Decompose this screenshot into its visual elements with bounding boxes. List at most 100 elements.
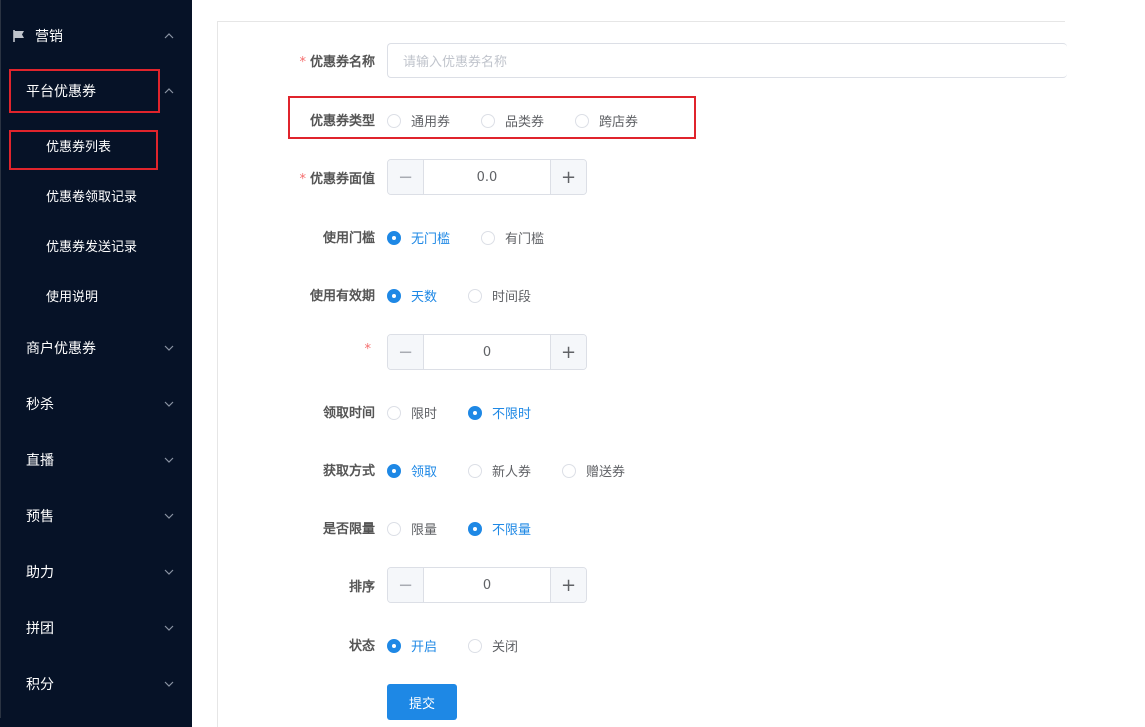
menu-label: 营销: [35, 29, 63, 45]
radio-enabled[interactable]: 开启: [387, 636, 437, 655]
menu-label: 预售: [26, 509, 54, 525]
acquire-method-label: 获取方式: [322, 464, 375, 479]
sidebar-item-label: 优惠卷领取记录: [46, 189, 138, 205]
radio-circle: [468, 463, 483, 478]
radio-days[interactable]: 天数: [387, 286, 437, 305]
coupon-value-label: * 优惠券面值: [299, 172, 375, 187]
decrement-button[interactable]: −: [388, 160, 424, 194]
chevron-down-icon: [163, 398, 175, 410]
claim-time-label: 领取时间: [322, 406, 375, 421]
menu-flash-sale[interactable]: 秒杀: [0, 384, 192, 424]
menu-label: 助力: [26, 565, 54, 581]
radio-circle: [387, 521, 401, 536]
status-group: 开启 关闭: [387, 636, 518, 655]
validity-label: 使用有效期: [309, 289, 375, 304]
coupon-value-stepper[interactable]: − 0.0 +: [387, 159, 587, 195]
decrement-button[interactable]: −: [388, 568, 424, 602]
menu-assist[interactable]: 助力: [0, 552, 192, 592]
submit-button[interactable]: 提交: [387, 684, 457, 720]
radio-circle-checked: [387, 638, 401, 653]
radio-circle-checked: [387, 288, 401, 303]
radio-no-threshold[interactable]: 无门槛: [387, 228, 450, 247]
menu-marketing[interactable]: 营销: [0, 16, 192, 56]
threshold-group: 无门槛 有门槛: [387, 228, 544, 247]
sidebar-item-send-records[interactable]: 优惠券发送记录: [0, 225, 192, 265]
threshold-label: 使用门槛: [322, 231, 375, 246]
coupon-name-label: * 优惠券名称: [299, 55, 375, 70]
chevron-down-icon: [163, 566, 175, 578]
sidebar-item-instructions[interactable]: 使用说明: [0, 275, 192, 315]
chevron-down-icon: [163, 510, 175, 522]
radio-has-threshold[interactable]: 有门槛: [481, 228, 544, 247]
sidebar-item-label: 优惠券列表: [46, 139, 112, 155]
radio-circle: [468, 288, 483, 303]
radio-circle: [387, 405, 401, 420]
days-stepper[interactable]: − 0 +: [387, 334, 587, 370]
stepper-value[interactable]: 0: [424, 335, 550, 369]
radio-cross-store[interactable]: 跨店券: [575, 111, 638, 130]
sort-label: 排序: [348, 580, 375, 595]
radio-circle: [468, 638, 483, 653]
radio-claim[interactable]: 领取: [387, 461, 437, 480]
chevron-down-icon: [163, 622, 175, 634]
radio-circle: [575, 113, 590, 128]
radio-circle: [387, 113, 401, 128]
menu-points[interactable]: 积分: [0, 664, 192, 704]
radio-general[interactable]: 通用券: [387, 111, 450, 130]
menu-merchant-coupon[interactable]: 商户优惠券: [0, 328, 192, 368]
claim-time-group: 限时 不限时: [387, 403, 531, 422]
stepper-value[interactable]: 0.0: [424, 160, 550, 194]
radio-circle-checked: [387, 230, 401, 245]
coupon-type-label: 优惠券类型: [309, 114, 375, 129]
menu-label: 商户优惠券: [26, 341, 96, 357]
menu-group-buy[interactable]: 拼团: [0, 608, 192, 648]
menu-label: 积分: [26, 677, 54, 693]
stepper-value[interactable]: 0: [424, 568, 550, 602]
menu-label: 拼团: [26, 621, 54, 637]
increment-button[interactable]: +: [550, 160, 586, 194]
menu-presale[interactable]: 预售: [0, 496, 192, 536]
sort-stepper[interactable]: − 0 +: [387, 567, 587, 603]
coupon-name-input[interactable]: 请输入优惠券名称: [387, 43, 1067, 78]
quantity-limit-label: 是否限量: [322, 522, 375, 537]
radio-gift[interactable]: 赠送券: [562, 461, 625, 480]
radio-circle: [562, 463, 577, 478]
sidebar-item-label: 优惠券发送记录: [46, 239, 138, 255]
radio-unlimited-time[interactable]: 不限时: [468, 403, 531, 422]
acquire-method-group: 领取 新人券 赠送券: [387, 461, 625, 480]
chevron-down-icon: [163, 678, 175, 690]
sidebar-item-claim-records[interactable]: 优惠卷领取记录: [0, 175, 192, 215]
chevron-down-icon: [163, 342, 175, 354]
radio-limited[interactable]: 限量: [387, 519, 437, 538]
menu-live[interactable]: 直播: [0, 440, 192, 480]
menu-label: 平台优惠券: [26, 84, 96, 100]
radio-limited-time[interactable]: 限时: [387, 403, 437, 422]
radio-circle-checked: [468, 405, 483, 420]
coupon-type-group: 通用券 品类券 跨店券: [387, 111, 638, 130]
increment-button[interactable]: +: [550, 335, 586, 369]
menu-label: 直播: [26, 453, 54, 469]
menu-label: 秒杀: [26, 397, 54, 413]
radio-circle: [481, 230, 496, 245]
quantity-limit-group: 限量 不限量: [387, 519, 531, 538]
sidebar: 营销 平台优惠券 优惠券列表 优惠卷领取记录 优惠券发送记录 使用说明 商户优惠…: [0, 0, 192, 727]
increment-button[interactable]: +: [550, 568, 586, 602]
status-label: 状态: [348, 639, 375, 654]
radio-unlimited[interactable]: 不限量: [468, 519, 531, 538]
radio-disabled[interactable]: 关闭: [468, 636, 518, 655]
radio-circle-checked: [468, 521, 483, 536]
radio-category[interactable]: 品类券: [481, 111, 544, 130]
sidebar-item-coupon-list[interactable]: 优惠券列表: [0, 125, 192, 165]
flag-icon: [13, 30, 24, 42]
days-required-label: *: [364, 342, 372, 357]
decrement-button[interactable]: −: [388, 335, 424, 369]
radio-time-range[interactable]: 时间段: [468, 286, 531, 305]
menu-platform-coupon[interactable]: 平台优惠券: [0, 71, 192, 111]
radio-new-user[interactable]: 新人券: [468, 461, 531, 480]
chevron-up-icon: [163, 85, 175, 97]
validity-group: 天数 时间段: [387, 286, 531, 305]
radio-circle: [481, 113, 496, 128]
chevron-up-icon: [163, 30, 175, 42]
chevron-down-icon: [163, 454, 175, 466]
radio-circle-checked: [387, 463, 401, 478]
